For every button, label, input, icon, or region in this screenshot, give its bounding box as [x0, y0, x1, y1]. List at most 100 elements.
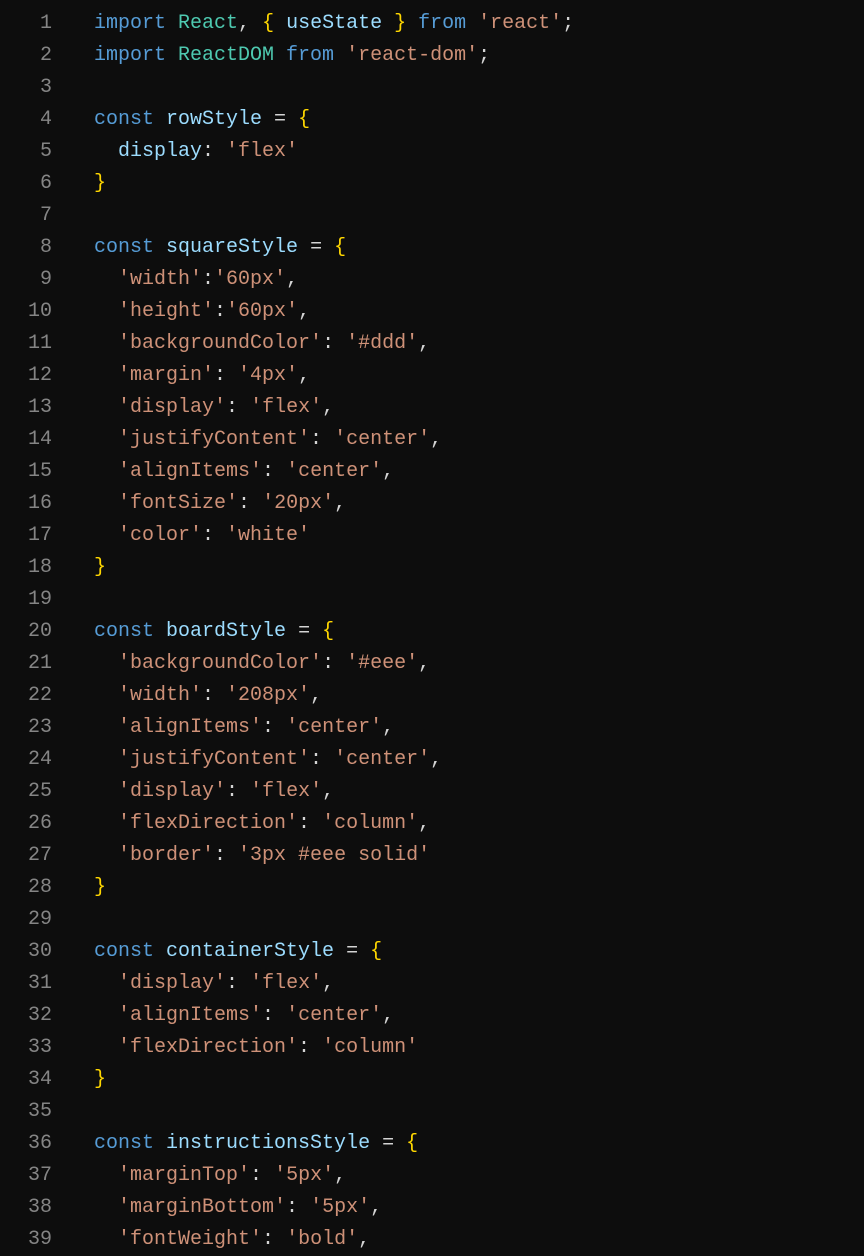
line-number[interactable]: 16: [0, 488, 70, 520]
code-content[interactable]: 'justifyContent': 'center',: [70, 744, 864, 776]
code-line[interactable]: 11 'backgroundColor': '#ddd',: [0, 328, 864, 360]
code-content[interactable]: display: 'flex': [70, 136, 864, 168]
code-content[interactable]: 'width': '208px',: [70, 680, 864, 712]
line-number[interactable]: 28: [0, 872, 70, 904]
code-line[interactable]: 13 'display': 'flex',: [0, 392, 864, 424]
line-number[interactable]: 23: [0, 712, 70, 744]
line-number[interactable]: 2: [0, 40, 70, 72]
line-number[interactable]: 35: [0, 1096, 70, 1128]
code-line[interactable]: 28 }: [0, 872, 864, 904]
code-line[interactable]: 22 'width': '208px',: [0, 680, 864, 712]
line-number[interactable]: 14: [0, 424, 70, 456]
code-line[interactable]: 39 'fontWeight': 'bold',: [0, 1224, 864, 1256]
line-number[interactable]: 19: [0, 584, 70, 616]
line-number[interactable]: 1: [0, 8, 70, 40]
code-line[interactable]: 9 'width':'60px',: [0, 264, 864, 296]
code-line[interactable]: 14 'justifyContent': 'center',: [0, 424, 864, 456]
code-content[interactable]: [70, 200, 864, 232]
line-number[interactable]: 4: [0, 104, 70, 136]
code-line[interactable]: 29: [0, 904, 864, 936]
code-line[interactable]: 2 import ReactDOM from 'react-dom';: [0, 40, 864, 72]
code-line[interactable]: 23 'alignItems': 'center',: [0, 712, 864, 744]
code-content[interactable]: const instructionsStyle = {: [70, 1128, 864, 1160]
code-content[interactable]: const rowStyle = {: [70, 104, 864, 136]
code-content[interactable]: }: [70, 552, 864, 584]
line-number[interactable]: 26: [0, 808, 70, 840]
code-line[interactable]: 15 'alignItems': 'center',: [0, 456, 864, 488]
code-content[interactable]: }: [70, 1064, 864, 1096]
line-number[interactable]: 36: [0, 1128, 70, 1160]
line-number[interactable]: 30: [0, 936, 70, 968]
code-content[interactable]: 'alignItems': 'center',: [70, 1000, 864, 1032]
code-line[interactable]: 24 'justifyContent': 'center',: [0, 744, 864, 776]
line-number[interactable]: 39: [0, 1224, 70, 1256]
code-line[interactable]: 5 display: 'flex': [0, 136, 864, 168]
code-content[interactable]: 'backgroundColor': '#eee',: [70, 648, 864, 680]
code-line[interactable]: 17 'color': 'white': [0, 520, 864, 552]
code-line[interactable]: 16 'fontSize': '20px',: [0, 488, 864, 520]
code-line[interactable]: 25 'display': 'flex',: [0, 776, 864, 808]
code-content[interactable]: 'backgroundColor': '#ddd',: [70, 328, 864, 360]
line-number[interactable]: 18: [0, 552, 70, 584]
line-number[interactable]: 5: [0, 136, 70, 168]
code-content[interactable]: 'justifyContent': 'center',: [70, 424, 864, 456]
code-line[interactable]: 19: [0, 584, 864, 616]
code-line[interactable]: 36 const instructionsStyle = {: [0, 1128, 864, 1160]
code-line[interactable]: 21 'backgroundColor': '#eee',: [0, 648, 864, 680]
code-line[interactable]: 3: [0, 72, 864, 104]
line-number[interactable]: 24: [0, 744, 70, 776]
code-content[interactable]: 'display': 'flex',: [70, 968, 864, 1000]
line-number[interactable]: 25: [0, 776, 70, 808]
line-number[interactable]: 22: [0, 680, 70, 712]
code-line[interactable]: 38 'marginBottom': '5px',: [0, 1192, 864, 1224]
line-number[interactable]: 37: [0, 1160, 70, 1192]
code-line[interactable]: 7: [0, 200, 864, 232]
code-content[interactable]: [70, 584, 864, 616]
code-content[interactable]: [70, 904, 864, 936]
code-line[interactable]: 10 'height':'60px',: [0, 296, 864, 328]
line-number[interactable]: 11: [0, 328, 70, 360]
code-content[interactable]: }: [70, 168, 864, 200]
code-line[interactable]: 32 'alignItems': 'center',: [0, 1000, 864, 1032]
code-content[interactable]: 'marginBottom': '5px',: [70, 1192, 864, 1224]
line-number[interactable]: 6: [0, 168, 70, 200]
line-number[interactable]: 17: [0, 520, 70, 552]
code-line[interactable]: 30 const containerStyle = {: [0, 936, 864, 968]
code-content[interactable]: }: [70, 872, 864, 904]
code-content[interactable]: 'fontSize': '20px',: [70, 488, 864, 520]
code-content[interactable]: 'color': 'white': [70, 520, 864, 552]
line-number[interactable]: 20: [0, 616, 70, 648]
line-number[interactable]: 3: [0, 72, 70, 104]
code-line[interactable]: 31 'display': 'flex',: [0, 968, 864, 1000]
code-line[interactable]: 4 const rowStyle = {: [0, 104, 864, 136]
code-line[interactable]: 26 'flexDirection': 'column',: [0, 808, 864, 840]
code-content[interactable]: 'width':'60px',: [70, 264, 864, 296]
code-content[interactable]: 'height':'60px',: [70, 296, 864, 328]
code-content[interactable]: 'marginTop': '5px',: [70, 1160, 864, 1192]
line-number[interactable]: 29: [0, 904, 70, 936]
code-content[interactable]: [70, 1096, 864, 1128]
code-line[interactable]: 34 }: [0, 1064, 864, 1096]
line-number[interactable]: 32: [0, 1000, 70, 1032]
line-number[interactable]: 12: [0, 360, 70, 392]
code-line[interactable]: 35: [0, 1096, 864, 1128]
code-line[interactable]: 20 const boardStyle = {: [0, 616, 864, 648]
line-number[interactable]: 38: [0, 1192, 70, 1224]
line-number[interactable]: 27: [0, 840, 70, 872]
code-line[interactable]: 27 'border': '3px #eee solid': [0, 840, 864, 872]
code-content[interactable]: 'flexDirection': 'column',: [70, 808, 864, 840]
line-number[interactable]: 15: [0, 456, 70, 488]
code-content[interactable]: const containerStyle = {: [70, 936, 864, 968]
line-number[interactable]: 33: [0, 1032, 70, 1064]
code-content[interactable]: const squareStyle = {: [70, 232, 864, 264]
code-line[interactable]: 1 import React, { useState } from 'react…: [0, 8, 864, 40]
code-line[interactable]: 6 }: [0, 168, 864, 200]
line-number[interactable]: 31: [0, 968, 70, 1000]
code-content[interactable]: 'flexDirection': 'column': [70, 1032, 864, 1064]
line-number[interactable]: 13: [0, 392, 70, 424]
line-number[interactable]: 8: [0, 232, 70, 264]
code-content[interactable]: 'fontWeight': 'bold',: [70, 1224, 864, 1256]
line-number[interactable]: 9: [0, 264, 70, 296]
code-content[interactable]: 'display': 'flex',: [70, 392, 864, 424]
code-content[interactable]: 'alignItems': 'center',: [70, 712, 864, 744]
